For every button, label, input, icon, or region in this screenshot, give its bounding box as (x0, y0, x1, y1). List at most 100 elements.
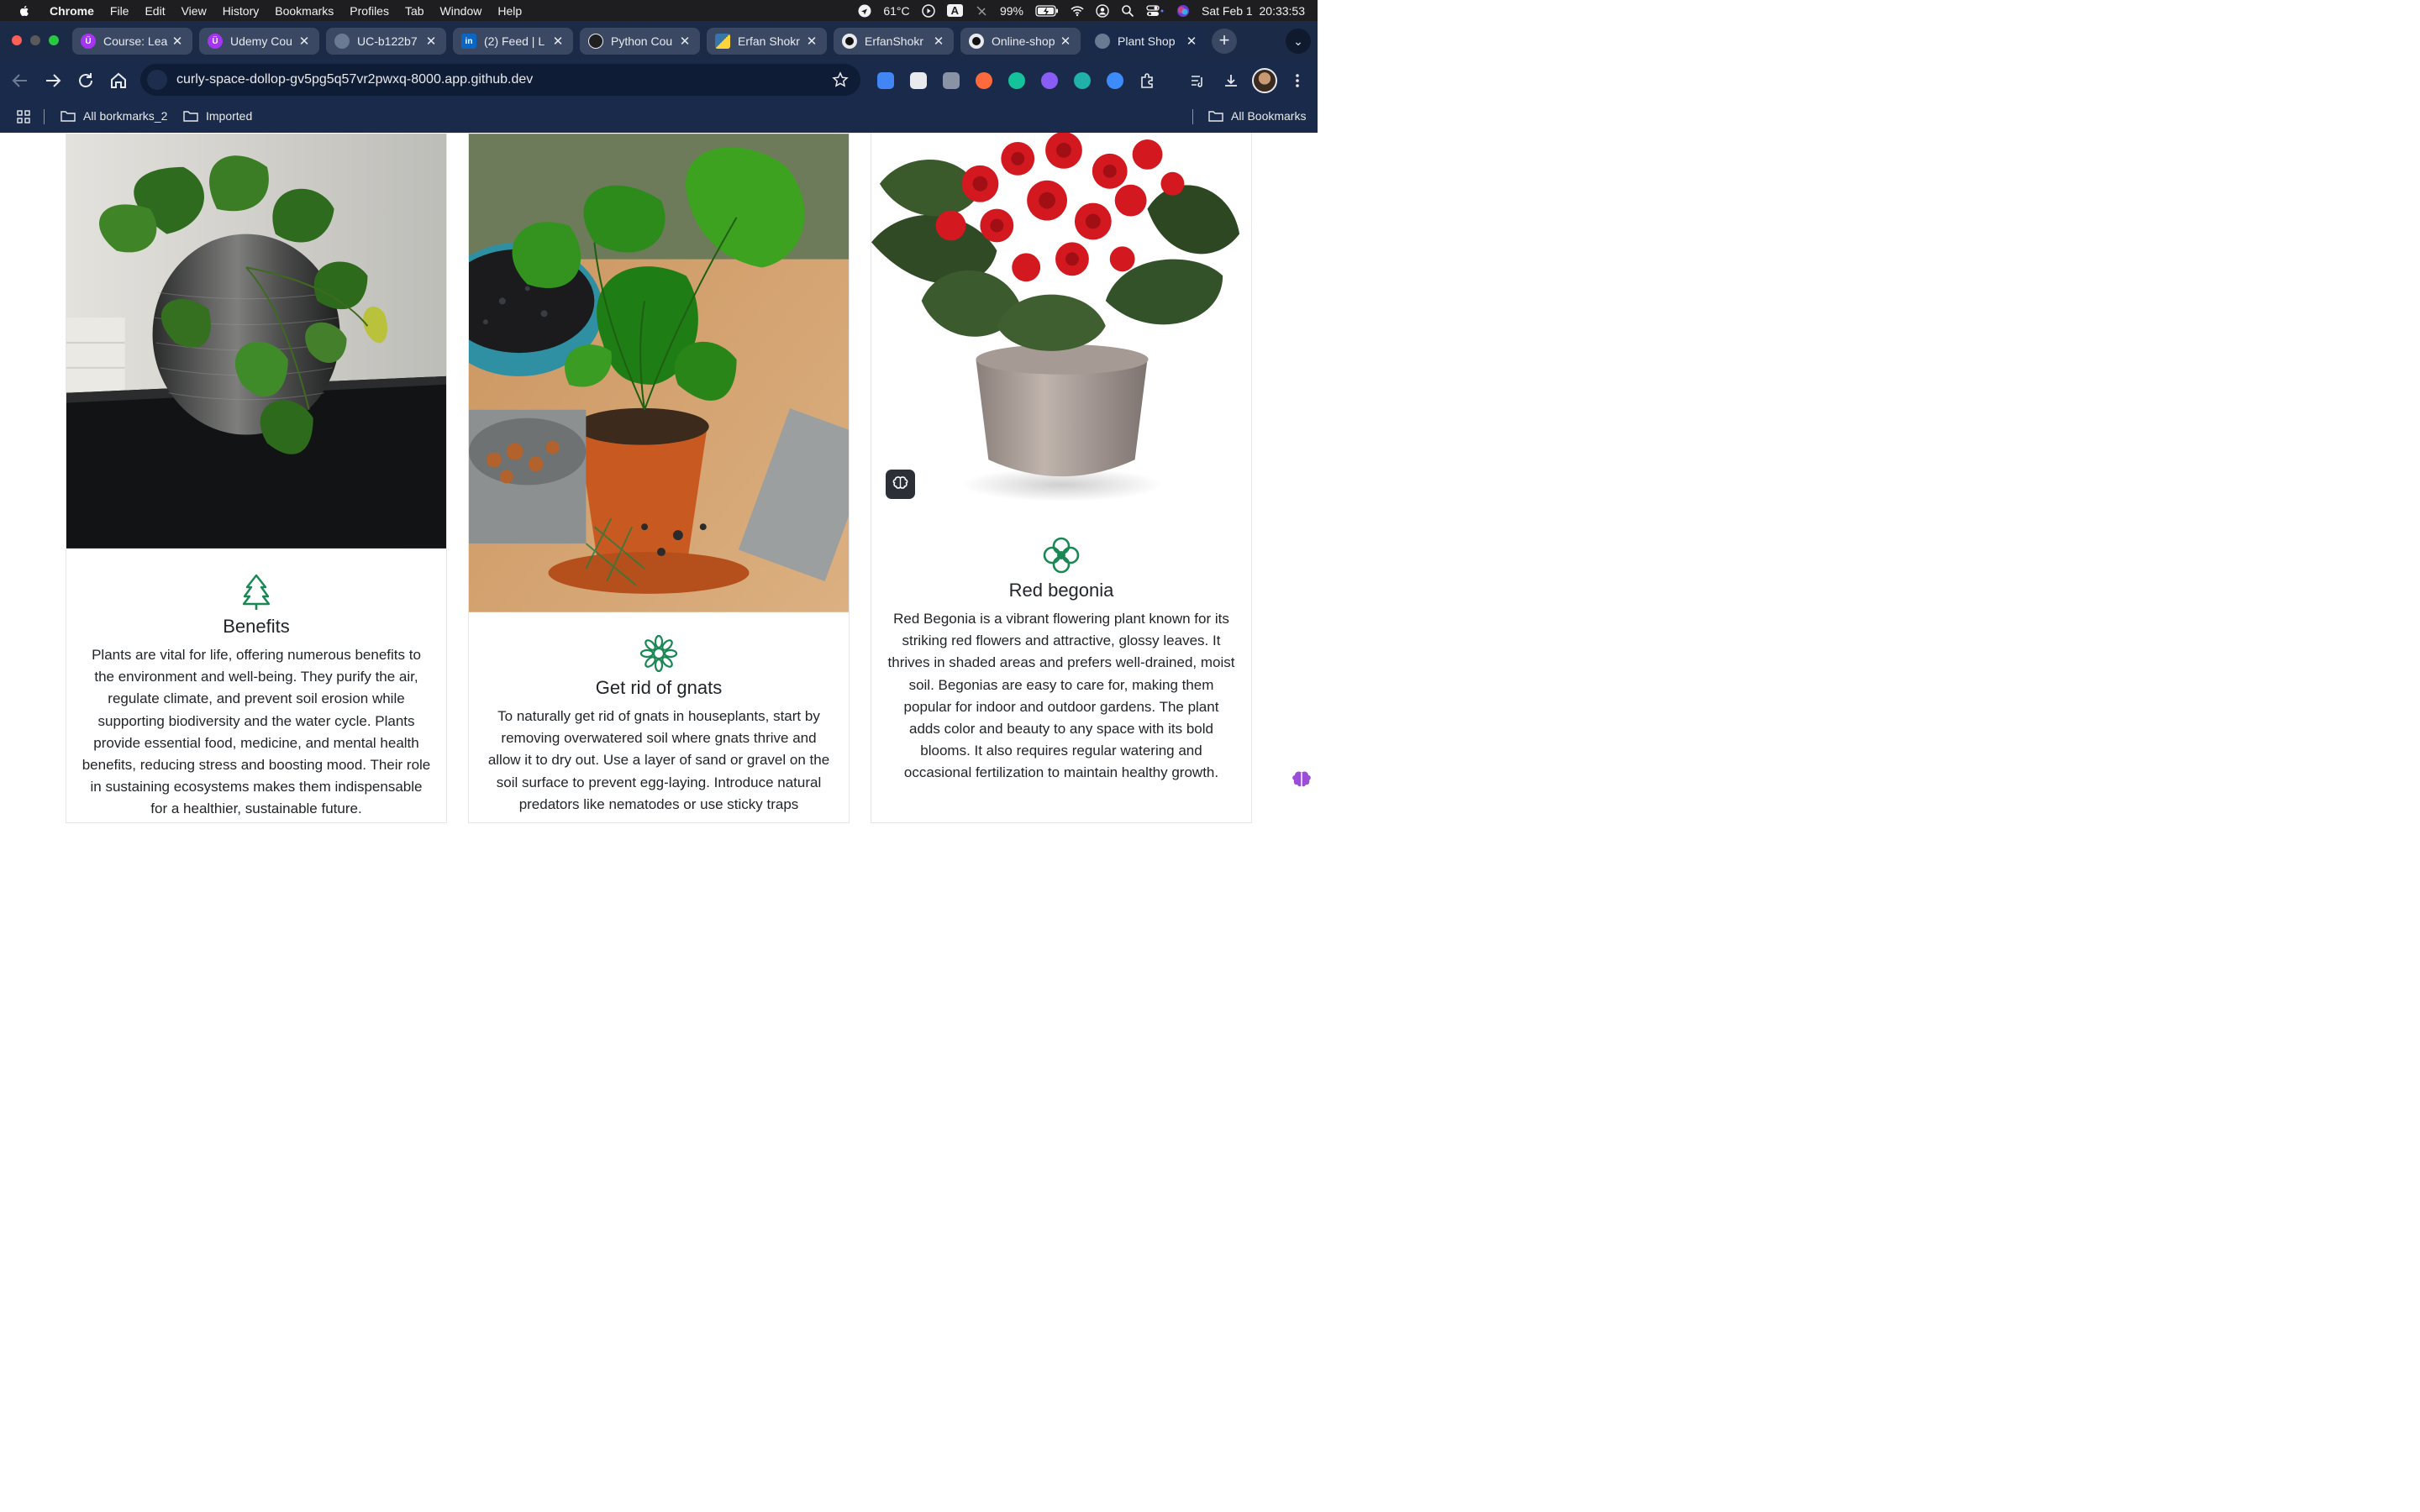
menu-bookmarks[interactable]: Bookmarks (275, 4, 334, 18)
window-minimize-button[interactable] (30, 35, 40, 45)
card-text: To naturally get rid of gnats in housepl… (487, 708, 830, 812)
chrome-menu-icon[interactable] (1291, 72, 1304, 89)
monstera-repotting-photo (469, 134, 849, 612)
calendar-extension-icon[interactable] (910, 72, 927, 89)
location-icon[interactable] (858, 4, 871, 18)
bookmark-label: Imported (206, 109, 253, 123)
forward-icon[interactable] (43, 71, 63, 91)
close-icon[interactable]: ✕ (932, 34, 945, 49)
tab-erfan-python[interactable]: Erfan Shokr ✕ (707, 28, 827, 55)
tab-title: Erfan Shokr (738, 34, 800, 48)
extensions-puzzle-icon[interactable] (1139, 72, 1156, 89)
close-icon[interactable]: ✕ (678, 34, 692, 49)
pen-slash-icon[interactable] (975, 4, 988, 18)
bookmark-label: All borkmarks_2 (83, 109, 168, 123)
bookmark-folder-all-bookmarks[interactable]: All Bookmarks (1208, 109, 1306, 123)
tab-title: Python Cou (611, 34, 673, 48)
menu-file[interactable]: File (110, 4, 129, 18)
siri-icon[interactable] (1176, 4, 1190, 18)
battery-icon[interactable] (1035, 4, 1059, 17)
card-gnats: Get rid of gnats To naturally get rid of… (468, 133, 850, 823)
flower2-icon (1043, 537, 1080, 574)
card-body: Get rid of gnats To naturally get rid of… (469, 635, 849, 816)
macos-menu-bar: Chrome File Edit View History Bookmarks … (0, 0, 1318, 21)
back-icon[interactable] (10, 71, 30, 91)
translate-extension-icon[interactable] (877, 72, 894, 89)
home-icon[interactable] (108, 71, 129, 91)
temperature-readout[interactable]: 61°C (883, 4, 909, 18)
reading-list-icon[interactable] (1189, 72, 1206, 89)
profile-avatar[interactable] (1252, 68, 1277, 93)
vpn-extension-icon[interactable] (1107, 72, 1123, 89)
download-icon[interactable] (1223, 72, 1239, 89)
menu-profiles[interactable]: Profiles (350, 4, 389, 18)
tab-course[interactable]: Ü Course: Lea ✕ (72, 28, 192, 55)
site-info-icon[interactable] (147, 70, 167, 90)
tab-search-button[interactable]: ⌄ (1286, 29, 1311, 54)
address-bar[interactable]: curly-space-dollop-gv5pg5q57vr2pwxq-8000… (140, 64, 860, 96)
menu-history[interactable]: History (223, 4, 260, 18)
bookmark-folder-all-borkmarks[interactable]: All borkmarks_2 (60, 109, 167, 123)
close-icon[interactable]: ✕ (1059, 34, 1072, 49)
tab-github-online-shop[interactable]: Online-shop ✕ (960, 28, 1081, 55)
tab-title: ErfanShokr (865, 34, 924, 48)
udemy-icon: Ü (81, 34, 96, 49)
card-benefits: Benefits Plants are vital for life, offe… (66, 133, 447, 823)
new-tab-button[interactable]: + (1212, 29, 1237, 54)
spotlight-search-icon[interactable] (1121, 4, 1134, 18)
close-icon[interactable]: ✕ (805, 34, 818, 49)
tab-title: Udemy Cou (230, 34, 292, 48)
bookmark-separator (1192, 109, 1193, 124)
tab-python-course[interactable]: Python Cou ✕ (580, 28, 700, 55)
recorder-extension-icon[interactable] (976, 72, 992, 89)
menu-edit[interactable]: Edit (145, 4, 165, 18)
apps-grid-icon[interactable] (17, 110, 30, 123)
ai-brain-extension-icon[interactable] (1041, 72, 1058, 89)
tab-github-profile[interactable]: ErfanShokr ✕ (834, 28, 954, 55)
grammarly-icon[interactable] (1008, 72, 1025, 89)
floating-ai-button[interactable] (1286, 766, 1318, 795)
apple-icon[interactable] (18, 4, 31, 18)
dictionary-extension-icon[interactable] (1074, 72, 1091, 89)
globe-icon (334, 34, 350, 49)
tab-uc[interactable]: UC-b122b7 ✕ (326, 28, 446, 55)
user-account-icon[interactable] (1096, 3, 1109, 18)
brain-icon (892, 476, 908, 489)
linkedin-icon: in (461, 34, 476, 49)
coupon-extension-icon[interactable] (943, 72, 960, 89)
play-circle-icon[interactable] (921, 3, 935, 18)
window-zoom-button[interactable] (49, 35, 59, 45)
tab-title: UC-b122b7 (357, 34, 418, 48)
menu-view[interactable]: View (182, 4, 207, 18)
tab-linkedin[interactable]: in (2) Feed | L ✕ (453, 28, 573, 55)
udemy-icon: Ü (208, 34, 223, 49)
tab-title: Plant Shop (1118, 34, 1176, 48)
close-icon[interactable]: ✕ (297, 34, 311, 49)
control-center-icon[interactable] (1146, 4, 1165, 18)
input-source-indicator[interactable]: A (946, 4, 963, 17)
menu-app-chrome[interactable]: Chrome (50, 4, 94, 18)
reload-icon[interactable] (76, 71, 96, 91)
globe-icon (1095, 34, 1110, 49)
tab-udemy[interactable]: Ü Udemy Cou ✕ (199, 28, 319, 55)
close-icon[interactable]: ✕ (424, 34, 438, 49)
python-icon (715, 34, 730, 49)
window-close-button[interactable] (12, 35, 22, 45)
close-icon[interactable]: ✕ (171, 34, 184, 49)
menu-tab[interactable]: Tab (405, 4, 424, 18)
folder-icon (60, 111, 76, 122)
bookmark-star-icon[interactable] (832, 71, 849, 88)
ai-assistant-badge[interactable] (886, 470, 915, 499)
close-icon[interactable]: ✕ (551, 34, 565, 49)
page-content: Benefits Plants are vital for life, offe… (0, 133, 1318, 823)
menu-help[interactable]: Help (497, 4, 522, 18)
menu-window[interactable]: Window (440, 4, 482, 18)
url-text[interactable]: curly-space-dollop-gv5pg5q57vr2pwxq-8000… (176, 72, 533, 87)
tab-plant-shop[interactable]: Plant Shop ✕ (1086, 28, 1207, 55)
close-icon[interactable]: ✕ (1185, 34, 1198, 49)
github-icon (842, 34, 857, 49)
bookmark-folder-imported[interactable]: Imported (183, 109, 252, 123)
tab-title: (2) Feed | L (484, 34, 545, 48)
clock-datetime[interactable]: Sat Feb 1 20:33:53 (1202, 4, 1305, 18)
wifi-icon[interactable] (1071, 4, 1084, 18)
